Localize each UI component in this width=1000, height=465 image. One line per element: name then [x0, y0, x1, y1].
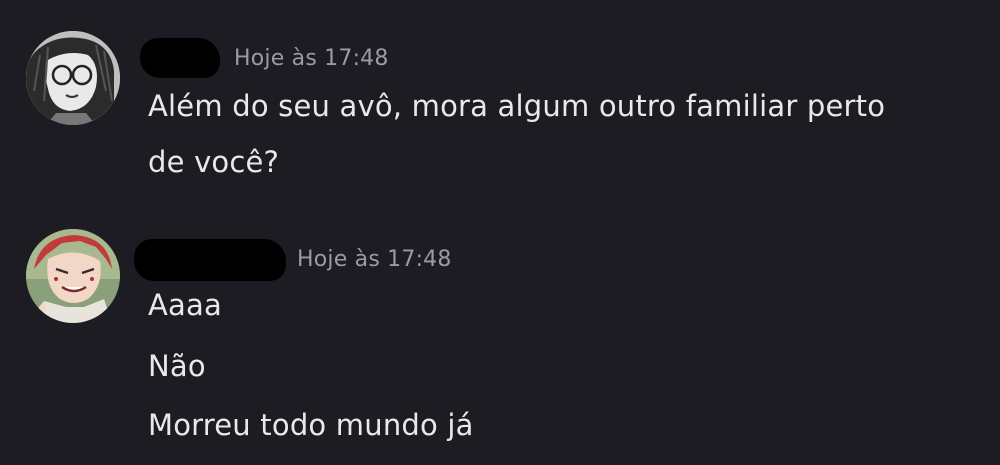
user-avatar-icon — [26, 229, 120, 323]
username-redacted[interactable] — [134, 239, 286, 281]
avatar[interactable] — [26, 229, 120, 323]
message-line: Aaaa — [148, 288, 222, 322]
message-timestamp: Hoje às 17:48 — [297, 247, 452, 272]
message-line: Não — [148, 349, 206, 383]
message-group-2: Hoje às 17:48 Aaaa Não Morreu todo mundo… — [0, 0, 1000, 465]
message-line: Morreu todo mundo já — [148, 408, 474, 442]
